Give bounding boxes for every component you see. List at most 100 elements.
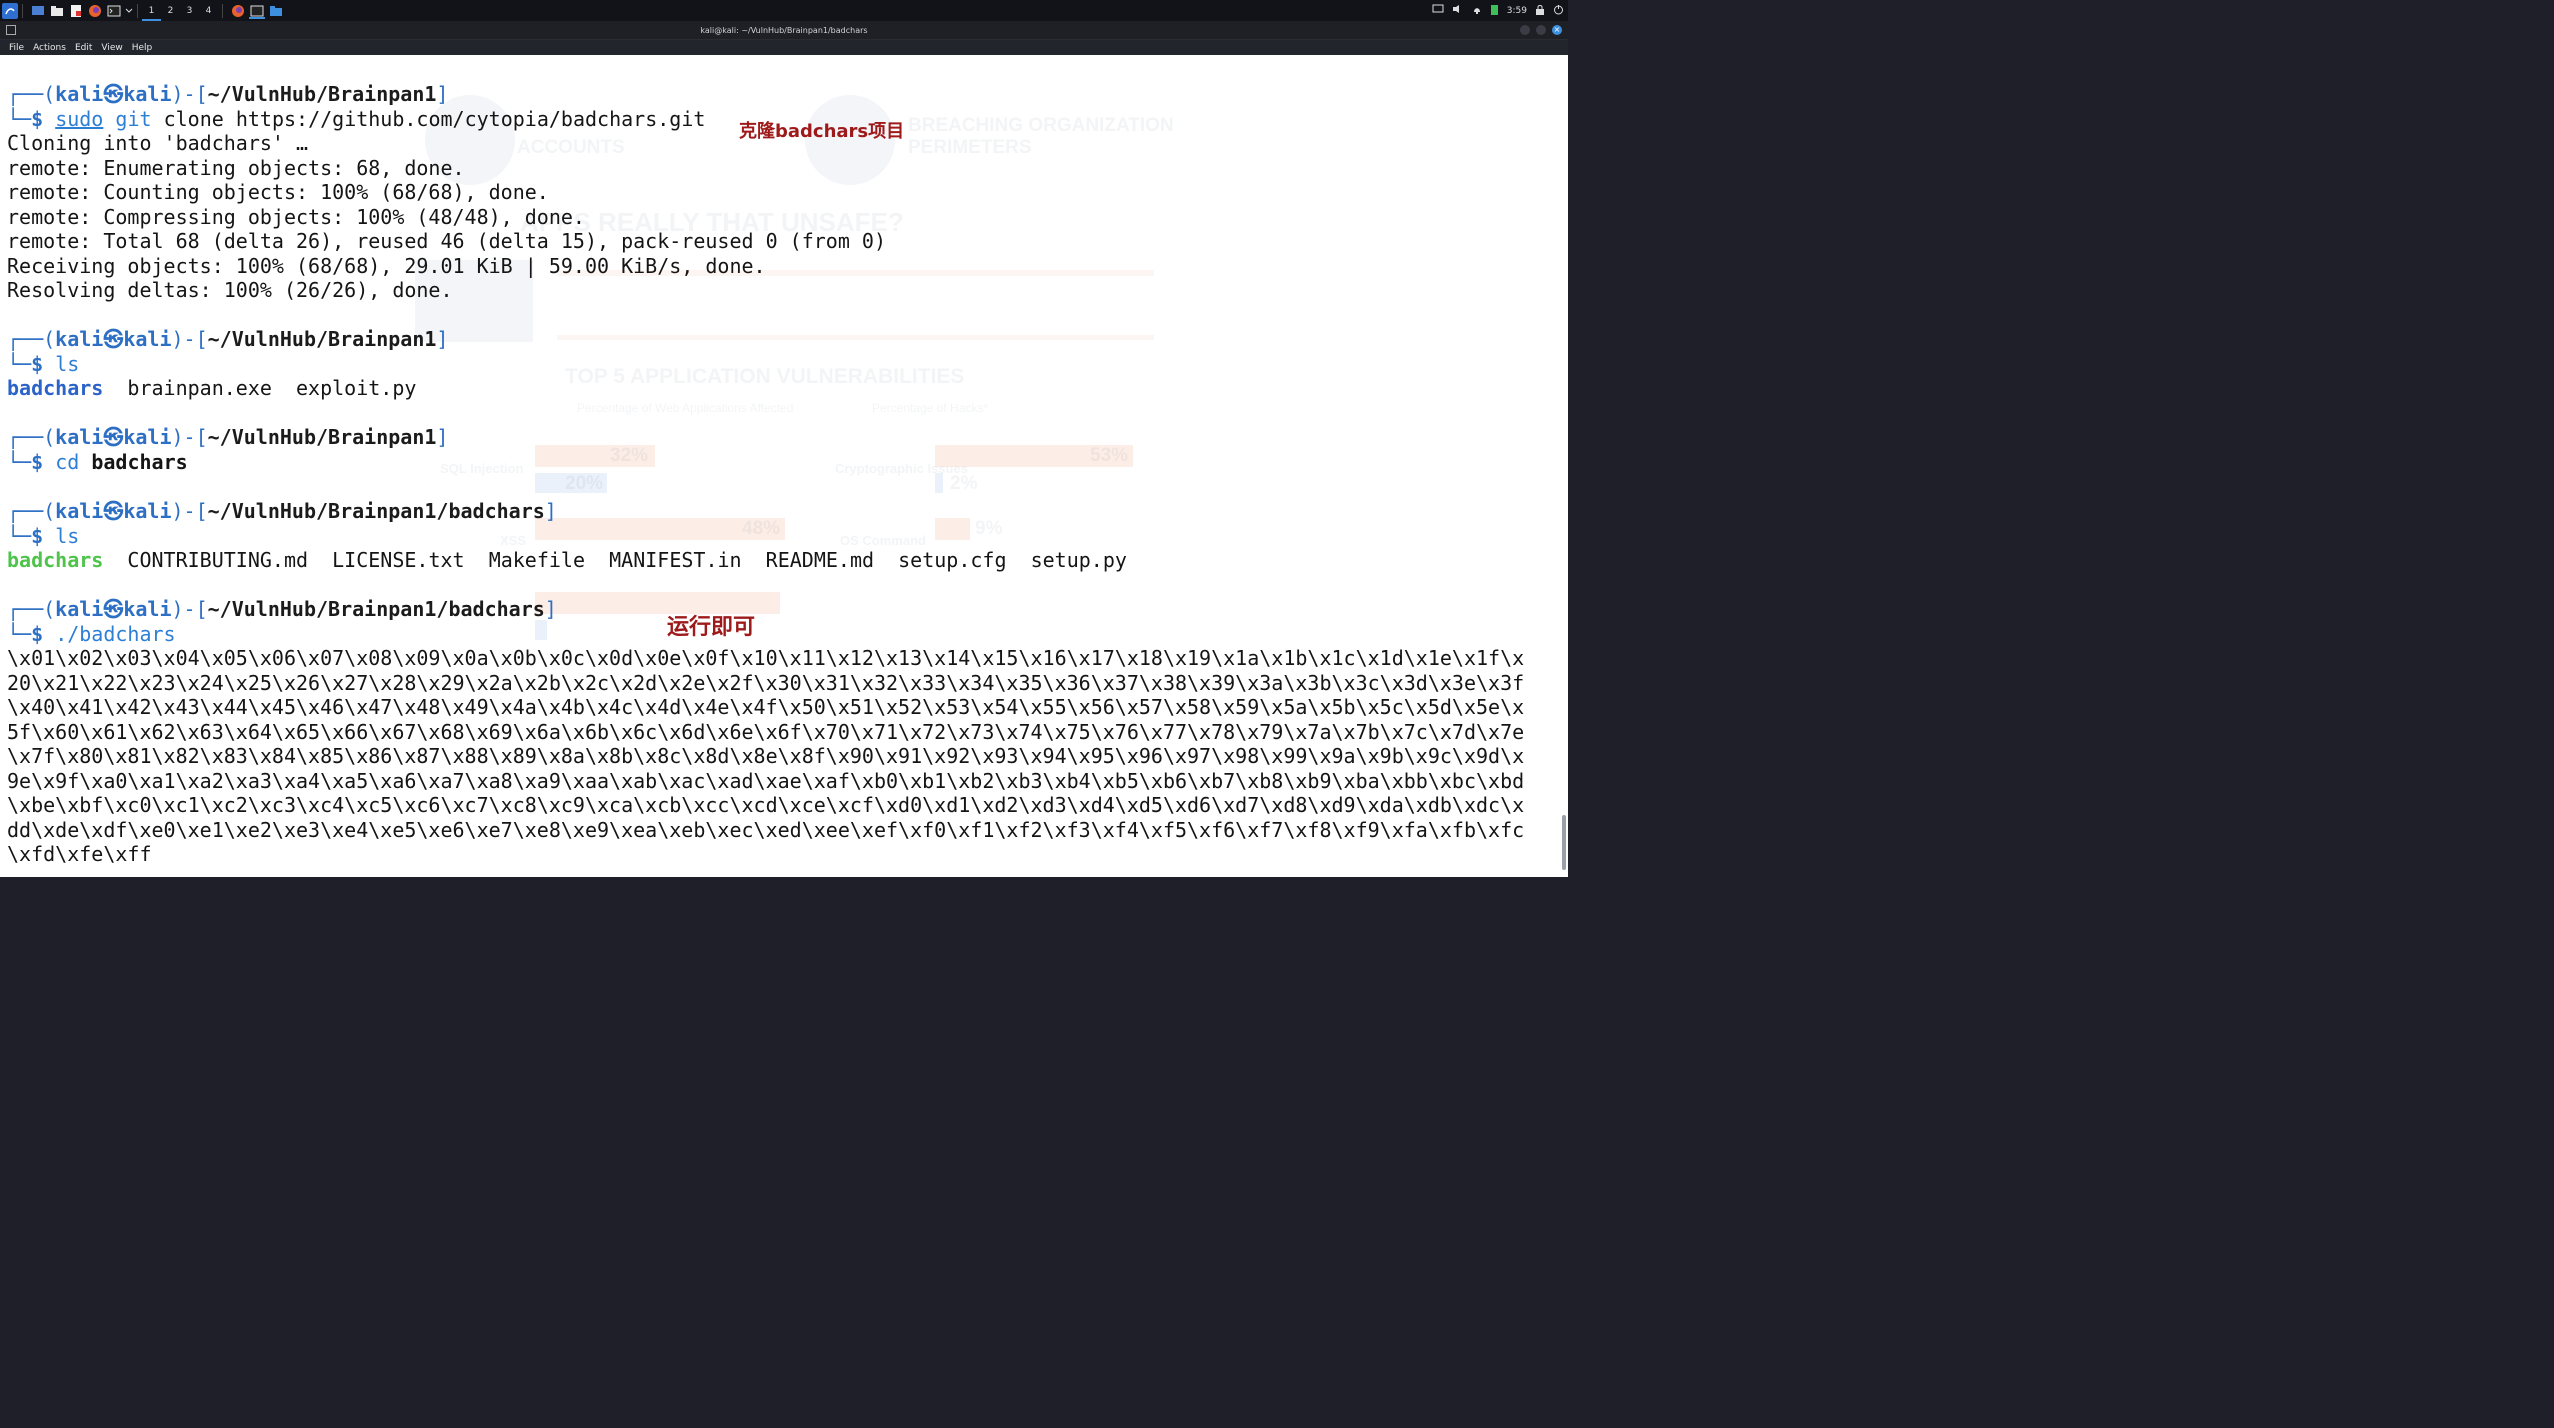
prompt-line: ┌──(kali㉿kali)-[~/VulnHub/Brainpan1/badc… — [7, 499, 557, 523]
menu-view[interactable]: View — [101, 43, 122, 53]
taskbar-terminal-icon[interactable] — [249, 3, 265, 19]
badchars-output-line: 20\x21\x22\x23\x24\x25\x26\x27\x28\x29\x… — [7, 671, 1525, 695]
annotation-run-note: 运行即可 — [667, 615, 756, 640]
badchars-output-line: dd\xde\xdf\xe0\xe1\xe2\xe3\xe4\xe5\xe6\x… — [7, 818, 1525, 842]
ghost-text: BREACHING ORGANIZATION — [908, 115, 1174, 136]
output-line: Resolving deltas: 100% (26/26), done. — [7, 278, 453, 302]
menu-help[interactable]: Help — [132, 43, 153, 53]
ghost-text: PERIMETERS — [908, 137, 1032, 158]
ghost-text: Percentage of Web Applications Affected — [577, 401, 794, 415]
menu-edit[interactable]: Edit — [75, 43, 92, 53]
ghost-text: SQL Injection — [440, 461, 524, 476]
command-args: badchars — [91, 450, 188, 474]
taskbar-firefox-icon[interactable] — [230, 3, 246, 19]
maximize-button[interactable] — [1536, 25, 1546, 35]
ghost-text: Percentage of Hacks* — [872, 401, 989, 415]
badchars-output-line: 5f\x60\x61\x62\x63\x64\x65\x66\x67\x68\x… — [7, 720, 1525, 744]
badchars-output-line: \xbe\xbf\xc0\xc1\xc2\xc3\xc4\xc5\xc6\xc7… — [7, 793, 1525, 817]
prompt-line: ┌──(kali㉿kali)-[~/VulnHub/Brainpan1/badc… — [7, 597, 557, 621]
output-line: remote: Enumerating objects: 68, done. — [7, 156, 465, 180]
menu-file[interactable]: File — [9, 43, 24, 53]
workspace-2[interactable]: 2 — [161, 0, 180, 21]
prompt-user: kali — [55, 499, 104, 523]
workspace-1[interactable]: 1 — [142, 0, 161, 21]
window-controls: × — [1520, 25, 1562, 35]
prompt-path: ~/VulnHub/Brainpan1 — [207, 425, 437, 449]
desktop-icon[interactable] — [30, 3, 46, 19]
prompt-host: kali — [123, 597, 172, 621]
command-bin: cd — [55, 450, 80, 474]
notification-bell-icon[interactable] — [1472, 4, 1482, 18]
terminal-icon[interactable] — [106, 3, 122, 19]
panel-separator — [222, 3, 223, 18]
lock-icon[interactable] — [1535, 4, 1545, 18]
taskbar-folder-icon[interactable] — [268, 3, 284, 19]
prompt-user: kali — [55, 82, 104, 106]
battery-icon[interactable] — [1490, 3, 1499, 19]
menu-bar: File Actions Edit View Help — [0, 40, 1568, 55]
minimize-button[interactable] — [1520, 25, 1530, 35]
prompt-line: ┌──(kali㉿kali)-[~/VulnHub/Brainpan1] — [7, 327, 449, 351]
ls-entry: MANIFEST.in — [609, 548, 742, 572]
output-line: remote: Counting objects: 100% (68/68), … — [7, 180, 549, 204]
kali-menu-icon[interactable] — [2, 2, 18, 19]
prompt-user: kali — [55, 327, 104, 351]
clock[interactable]: 3:59 — [1507, 6, 1527, 16]
command-bin: ls — [55, 524, 80, 548]
top-panel: 1 2 3 4 3:59 — [0, 0, 1568, 21]
ghost-text: 2% — [950, 473, 978, 494]
window-titlebar[interactable]: kali@kali: ~/VulnHub/Brainpan1/badchars … — [0, 21, 1568, 40]
panel-tray: 3:59 — [1432, 0, 1568, 21]
chevron-down-icon[interactable] — [125, 3, 133, 19]
terminal-scrollbar[interactable] — [1562, 815, 1566, 870]
prompt-host: kali — [123, 327, 172, 351]
prompt-user: kali — [55, 597, 104, 621]
ls-entry: LICENSE.txt — [332, 548, 465, 572]
output-line: Receiving objects: 100% (68/68), 29.01 K… — [7, 254, 766, 278]
ls-entry: CONTRIBUTING.md — [127, 548, 309, 572]
ghost-text: 20% — [565, 473, 604, 494]
volume-icon[interactable] — [1452, 4, 1464, 17]
command-line: └─$ ls — [7, 524, 80, 548]
close-button[interactable]: × — [1552, 25, 1562, 35]
prompt-line: ┌──(kali㉿kali)-[~/VulnHub/Brainpan1] — [7, 425, 449, 449]
command-line: └─$ ./badchars — [7, 622, 176, 646]
ghost-text: ACCOUNTS — [517, 137, 625, 158]
workspace-4[interactable]: 4 — [199, 0, 218, 21]
prompt-path: ~/VulnHub/Brainpan1/badchars — [207, 597, 545, 621]
prompt-host: kali — [123, 425, 172, 449]
ls-entry: Makefile — [488, 548, 586, 572]
ghost-text: XSS — [500, 533, 527, 548]
badchars-output-line: \xfd\xfe\xff — [7, 842, 152, 866]
ls-entry: exploit.py — [296, 376, 417, 400]
ls-output: badchars CONTRIBUTING.md LICENSE.txt Mak… — [7, 548, 1127, 572]
badchars-output-line: 9e\x9f\xa0\xa1\xa2\xa3\xa4\xa5\xa6\xa7\x… — [7, 769, 1525, 793]
firefox-icon[interactable] — [87, 3, 103, 19]
ls-entry: brainpan.exe — [127, 376, 272, 400]
window-app-icon — [6, 25, 16, 37]
command-line: └─$ ls — [7, 352, 80, 376]
prompt-line: ┌──(kali㉿kali)-[~/VulnHub/Brainpan1] — [7, 82, 449, 106]
prompt-host: kali — [123, 499, 172, 523]
display-icon[interactable] — [1432, 4, 1444, 17]
badchars-output-line: \x7f\x80\x81\x82\x83\x84\x85\x86\x87\x88… — [7, 744, 1525, 768]
power-icon[interactable] — [1553, 4, 1564, 18]
window-title: kali@kali: ~/VulnHub/Brainpan1/badchars — [700, 25, 868, 35]
menu-actions[interactable]: Actions — [33, 43, 66, 53]
panel-separator — [137, 3, 138, 18]
badchars-output-line: \x01\x02\x03\x04\x05\x06\x07\x08\x09\x0a… — [7, 646, 1525, 670]
ls-output: badchars brainpan.exe exploit.py — [7, 376, 416, 400]
terminal-area[interactable]: ACCOUNTS BREACHING ORGANIZATION PERIMETE… — [0, 55, 1568, 877]
output-line: remote: Compressing objects: 100% (48/48… — [7, 205, 585, 229]
prompt-path: ~/VulnHub/Brainpan1 — [207, 327, 437, 351]
ghost-text: 9% — [975, 518, 1003, 539]
file-manager-icon[interactable] — [49, 3, 65, 19]
prompt-user: kali — [55, 425, 104, 449]
text-editor-icon[interactable] — [68, 3, 84, 19]
workspace-3[interactable]: 3 — [180, 0, 199, 21]
panel-separator — [22, 3, 23, 18]
ls-entry: setup.cfg — [898, 548, 1007, 572]
ls-entry-dir: badchars — [7, 376, 104, 400]
command-line: └─$ cd badchars — [7, 450, 188, 474]
ls-entry: README.md — [765, 548, 875, 572]
